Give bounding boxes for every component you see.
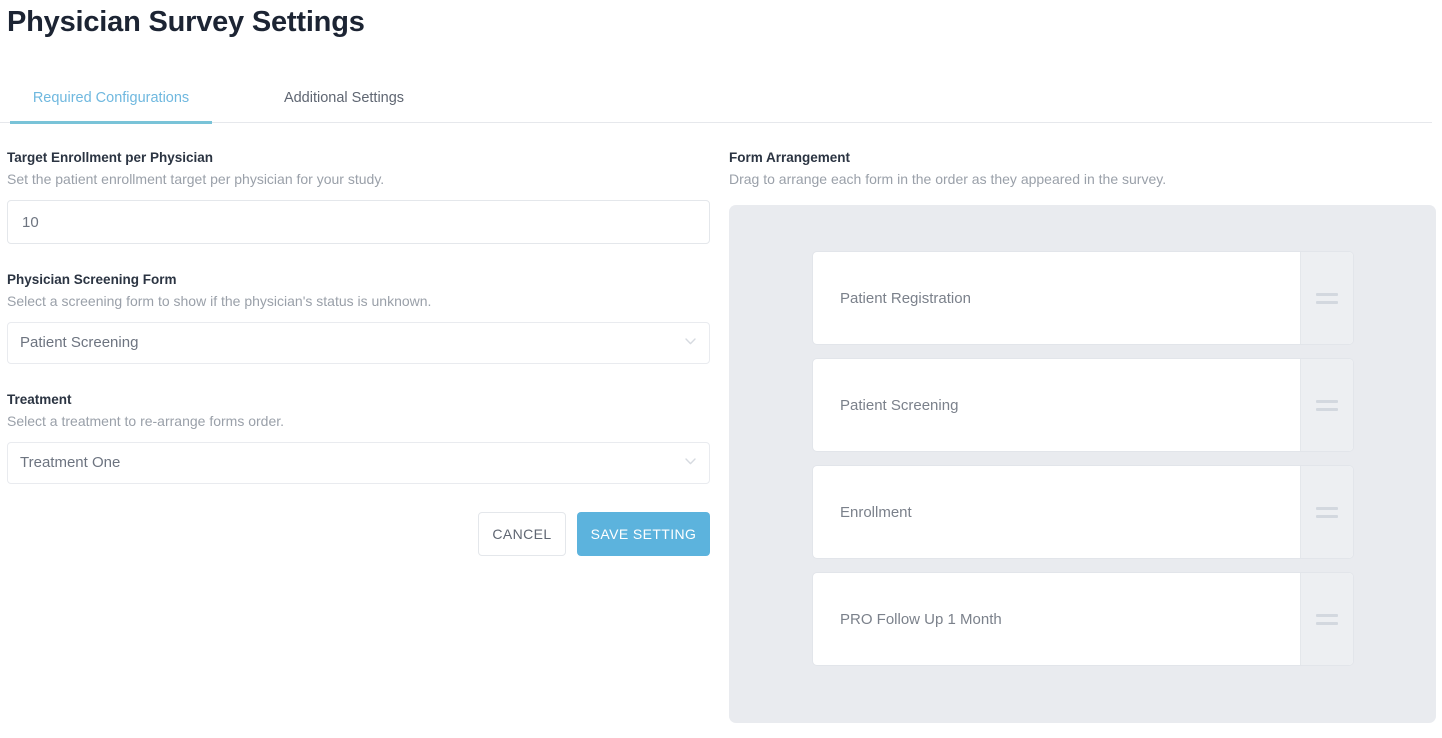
form-arrangement-header: Form Arrangement Drag to arrange each fo…: [729, 148, 1436, 190]
drag-handle[interactable]: [1300, 252, 1353, 344]
form-card[interactable]: Enrollment: [812, 465, 1354, 559]
tab-additional-settings[interactable]: Additional Settings: [258, 85, 430, 123]
treatment-select[interactable]: Treatment One: [7, 442, 710, 484]
form-card[interactable]: PRO Follow Up 1 Month: [812, 572, 1354, 666]
form-arrangement-panel: Patient Registration Patient Screening E…: [729, 205, 1436, 723]
target-enrollment-input[interactable]: [7, 200, 710, 244]
drag-handle-icon: [1316, 399, 1338, 411]
form-card-label: Patient Registration: [840, 289, 971, 307]
tab-required-configurations[interactable]: Required Configurations: [10, 85, 212, 124]
drag-handle[interactable]: [1300, 573, 1353, 665]
form-card-label: PRO Follow Up 1 Month: [840, 610, 1002, 628]
form-card-list: Patient Registration Patient Screening E…: [812, 251, 1354, 679]
target-enrollment-description: Set the patient enrollment target per ph…: [7, 171, 385, 187]
cancel-button[interactable]: CANCEL: [478, 512, 566, 556]
physician-survey-settings-page: Physician Survey Settings Required Confi…: [0, 0, 1442, 738]
physician-screening-form-description: Select a screening form to show if the p…: [7, 293, 432, 309]
treatment-select-wrap: Treatment One: [7, 442, 710, 484]
page-title: Physician Survey Settings: [7, 6, 365, 38]
tab-bar: Required Configurations Additional Setti…: [0, 85, 1432, 124]
physician-screening-form-label: Physician Screening Form: [7, 272, 177, 287]
drag-handle-icon: [1316, 292, 1338, 304]
form-arrangement-label: Form Arrangement: [729, 150, 851, 165]
physician-screening-form-select-wrap: Patient Screening: [7, 322, 710, 364]
treatment-field: Treatment Select a treatment to re-arran…: [7, 390, 710, 484]
form-card[interactable]: Patient Screening: [812, 358, 1354, 452]
target-enrollment-label: Target Enrollment per Physician: [7, 150, 214, 165]
drag-handle-icon: [1316, 506, 1338, 518]
form-card-label: Enrollment: [840, 503, 912, 521]
physician-screening-form-select[interactable]: Patient Screening: [7, 322, 710, 364]
form-card-label: Patient Screening: [840, 396, 959, 414]
target-enrollment-field: Target Enrollment per Physician Set the …: [7, 148, 710, 244]
save-setting-button[interactable]: SAVE SETTING: [577, 512, 710, 556]
form-card[interactable]: Patient Registration: [812, 251, 1354, 345]
form-actions: CANCEL SAVE SETTING: [7, 512, 710, 556]
required-configurations-form: Target Enrollment per Physician Set the …: [7, 148, 710, 484]
drag-handle-icon: [1316, 613, 1338, 625]
physician-screening-form-field: Physician Screening Form Select a screen…: [7, 270, 710, 364]
drag-handle[interactable]: [1300, 359, 1353, 451]
form-arrangement-description: Drag to arrange each form in the order a…: [729, 171, 1167, 187]
treatment-label: Treatment: [7, 392, 72, 407]
drag-handle[interactable]: [1300, 466, 1353, 558]
treatment-description: Select a treatment to re-arrange forms o…: [7, 413, 285, 429]
